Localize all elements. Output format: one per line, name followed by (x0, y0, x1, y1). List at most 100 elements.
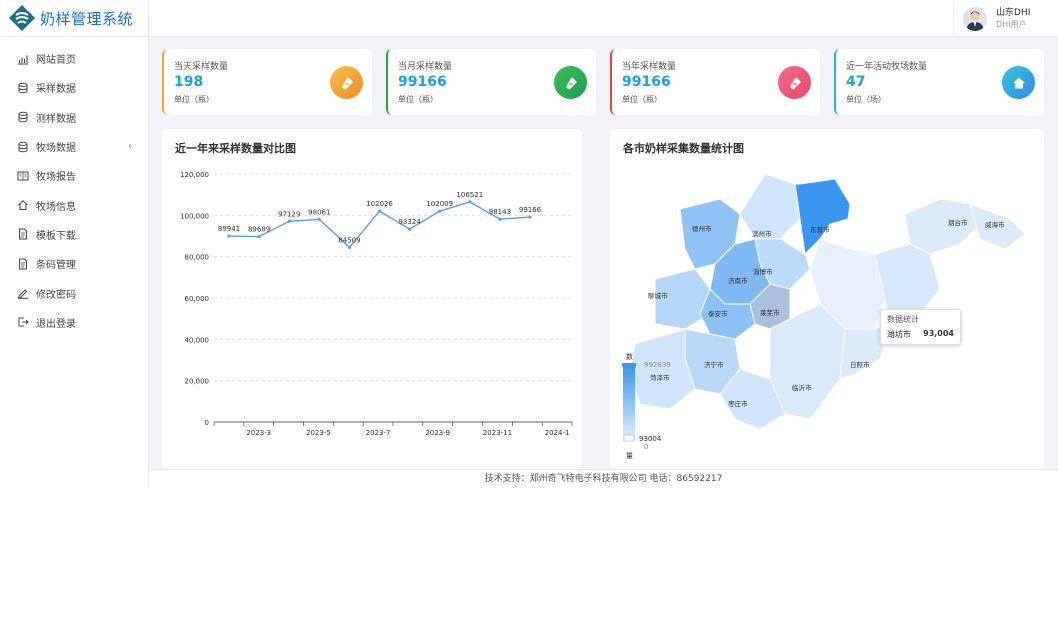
home-icon (17, 199, 29, 211)
map-city-label: 莱芜市 (760, 308, 780, 317)
visual-map-top-handle[interactable] (622, 363, 636, 367)
footer: 技术支持：郑州奇飞特电子科技有限公司 电话：86592217 (149, 469, 1058, 488)
sidebar-item-0[interactable]: 网站首页 (0, 44, 148, 73)
document-icon (17, 228, 29, 240)
y-tick-label: 20,000 (185, 378, 210, 386)
sidebar-item-label: 牧场信息 (36, 201, 76, 213)
sidebar-item-label: 退出登录 (36, 318, 76, 330)
sidebar-item-8[interactable]: 修改密码 (0, 278, 148, 307)
x-tick-label: 2023-7 (366, 429, 391, 437)
sidebar-item-label: 测样数据 (36, 113, 76, 125)
data-point (377, 209, 382, 213)
tooltip-title: 数据统计 (887, 315, 919, 324)
app-shell: 奶样管理系统 网站首页采样数据测样数据牧场数据 ‹ 牧场报告牧场信息模板下载条码管理… (0, 0, 1058, 488)
sidebar-item-2[interactable]: 测样数据 (0, 103, 148, 132)
sidebar-item-label: 模板下载 (36, 230, 76, 242)
map-city-label: 东营市 (810, 225, 830, 234)
bar-chart-icon (17, 53, 29, 65)
data-point (257, 235, 261, 239)
stat-unit: 单位（瓶） (174, 95, 214, 104)
data-label: 102009 (426, 200, 453, 208)
visual-map-bar[interactable] (623, 365, 635, 441)
x-tick-label: 2023-9 (425, 429, 450, 437)
database-icon (17, 111, 29, 123)
map-city-label: 临沂市 (792, 383, 812, 392)
sidebar-item-1[interactable]: 采样数据 (0, 73, 148, 102)
y-tick-label: 0 (205, 419, 209, 427)
sidebar-item-7[interactable]: 条码管理 (0, 249, 148, 278)
stat-unit: 单位（瓶） (622, 95, 662, 104)
shandong-map[interactable]: 德州市滨州市 东营市 烟台市 威海市淄博市济南市聊城市泰安市 莱芜市济宁市菏泽市 日照市临… (610, 129, 1044, 469)
x-tick-label: 2023-5 (306, 429, 331, 437)
map-tooltip: 数据统计 潍坊市 93,004 (880, 309, 961, 345)
x-tick-label: 2023-11 (483, 429, 512, 437)
database-icon (17, 141, 29, 153)
data-label: 99166 (519, 206, 542, 214)
sidebar-item-5[interactable]: 牧场信息 (0, 190, 148, 219)
stat-value: 47 (846, 74, 866, 90)
chevron-left-icon[interactable]: ‹ (128, 141, 132, 152)
data-point (408, 227, 412, 231)
y-tick-label: 60,000 (185, 295, 210, 303)
sidebar-item-9[interactable]: 退出登录 (0, 308, 148, 337)
map-panel: 各市奶样采集数量统计图 德州市 滨州市 东营市 烟台市 威海市 淄博市 济南市 … (610, 129, 1044, 469)
sidebar-item-label: 条码管理 (36, 260, 76, 272)
user-menu[interactable]: 山东DHI DHI用户 (953, 0, 1058, 37)
data-label: 89689 (248, 226, 270, 234)
stat-value: 198 (174, 74, 204, 90)
y-tick-label: 80,000 (185, 254, 210, 262)
map-region-yantai[interactable] (904, 198, 981, 255)
stat-value: 99166 (622, 74, 671, 90)
user-name: 山东DHI (996, 7, 1031, 18)
stat-title: 近一年活动牧场数量 (846, 62, 928, 72)
sidebar-menu: 网站首页采样数据测样数据牧场数据 ‹ 牧场报告牧场信息模板下载条码管理修改密码退出登… (0, 37, 148, 337)
user-avatar-icon (963, 6, 987, 31)
stat-card-2: 当年采样数量 99166 单位（瓶） (610, 49, 820, 115)
document-icon (17, 258, 29, 270)
y-tick-label: 100,000 (180, 212, 209, 220)
data-label: 93324 (398, 218, 421, 226)
data-label: 98143 (489, 208, 511, 216)
sidebar-item-6[interactable]: 模板下载 (0, 220, 148, 249)
test-tube-icon (554, 66, 587, 99)
map-city-label: 菏泽市 (650, 373, 670, 382)
map-city-label: 泰安市 (708, 309, 728, 318)
sidebar-item-label: 网站首页 (36, 55, 76, 67)
x-tick-label: 2023-3 (246, 429, 271, 437)
home-icon (1002, 66, 1035, 99)
test-tube-icon (330, 66, 363, 99)
map-title: 各市奶样采集数量统计图 (623, 142, 744, 155)
data-point (317, 217, 321, 221)
pen-icon (17, 287, 29, 299)
data-label: 102026 (366, 200, 393, 208)
sidebar-item-label: 牧场数据 (36, 143, 76, 155)
map-region-heze[interactable] (629, 328, 696, 410)
data-point (528, 215, 532, 219)
visual-map-bottom-handle[interactable] (623, 434, 635, 442)
data-point (287, 219, 291, 223)
line-chart-panel: 近一年来采样数量对比图 0 20,000 40,000 60,000 80,000 100… (162, 129, 582, 469)
data-point (227, 234, 231, 238)
map-city-label: 枣庄市 (728, 399, 748, 408)
map-city-label: 济宁市 (704, 360, 724, 369)
stat-unit: 单位（场） (846, 95, 886, 104)
data-label: 97129 (278, 210, 300, 218)
data-label: 89941 (218, 225, 240, 233)
x-tick-label: 2024-1 (545, 429, 570, 437)
sidebar-item-3[interactable]: 牧场数据 ‹ (0, 132, 148, 161)
user-role: DHI用户 (996, 19, 1027, 29)
map-city-label: 聊城市 (648, 291, 668, 300)
database-icon (17, 82, 29, 94)
y-tick-label: 40,000 (185, 336, 210, 344)
sidebar-item-label: 采样数据 (36, 84, 76, 96)
stat-card-1: 当月采样数量 99166 单位（瓶） (386, 49, 596, 115)
stat-title: 当天采样数量 (174, 62, 229, 72)
stat-card-3: 近一年活动牧场数量 47 单位（场） (834, 49, 1044, 115)
visual-map-min-label: 93004 (639, 435, 662, 443)
stat-unit: 单位（瓶） (398, 95, 438, 104)
data-label: 106521 (456, 191, 483, 199)
logo[interactable]: 奶样管理系统 (0, 0, 148, 37)
app-title: 奶样管理系统 (40, 9, 134, 28)
sidebar-item-4[interactable]: 牧场报告 (0, 161, 148, 190)
map-city-label: 济南市 (728, 276, 748, 285)
